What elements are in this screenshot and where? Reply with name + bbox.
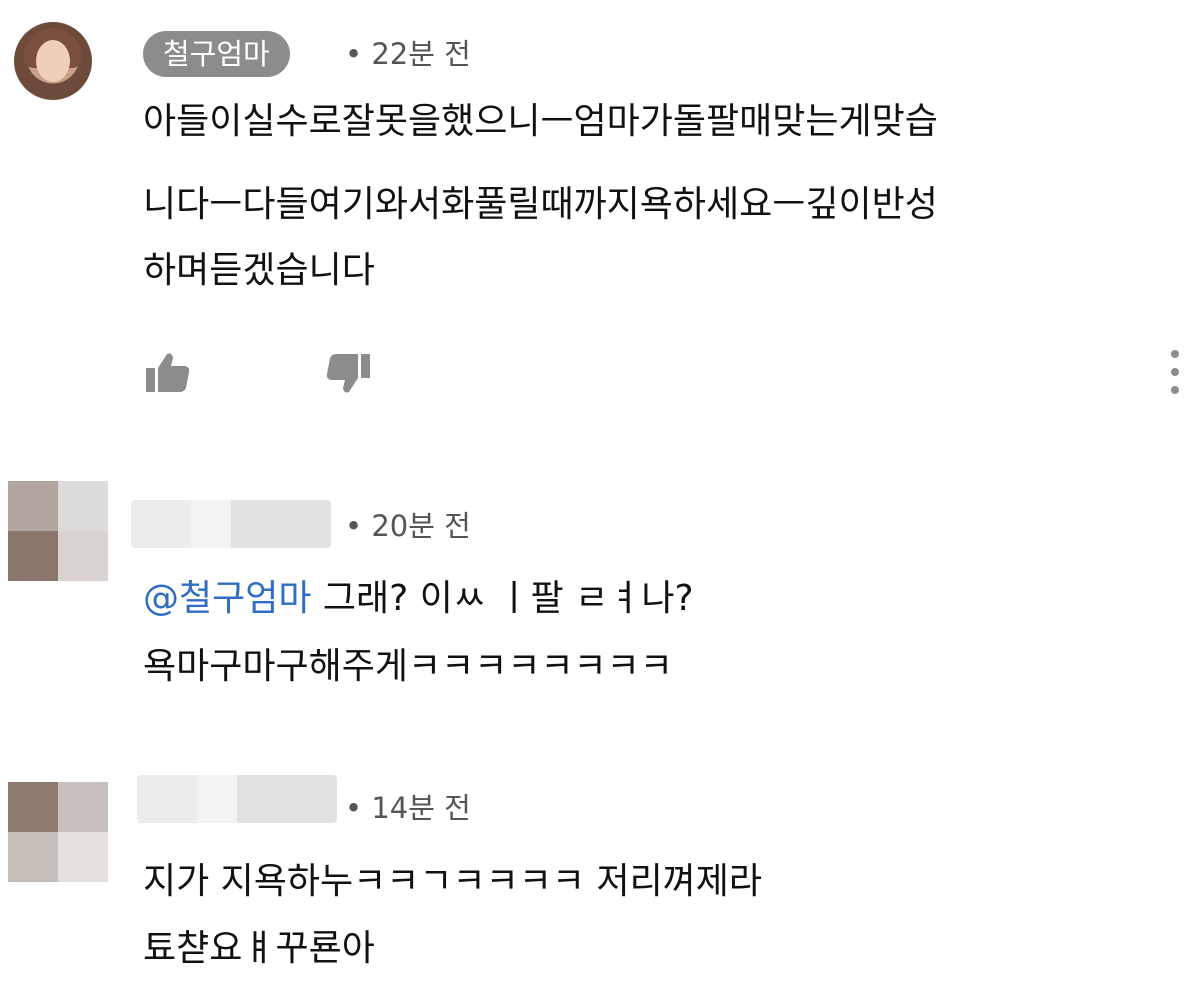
comment-text-line: 욕마구마구해주게ㅋㅋㅋㅋㅋㅋㅋㅋ [143, 646, 673, 687]
avatar[interactable] [14, 22, 92, 100]
dislike-button[interactable] [323, 348, 373, 398]
author-name-chip[interactable]: 철구엄마 [143, 31, 290, 77]
like-button[interactable] [143, 348, 193, 398]
comment-text: 그래? 이ㅆ ㅣ팔 ㄹㅕ나? [311, 578, 694, 619]
comment-text-line: 툐챧요ㅒ꾸룐아 [143, 928, 375, 969]
comment-text-line: @철구엄마 그래? 이ㅆ ㅣ팔 ㄹㅕ나? [143, 570, 694, 628]
comment-timestamp: • 20분 전 [345, 509, 471, 543]
thumbs-up-icon [146, 353, 190, 392]
comment-text-line: 니다ㅡ다들여기와서화풀릴때까지욕하세요ㅡ깊이반성 [143, 184, 938, 225]
author-name-redacted [137, 775, 337, 823]
comment-timestamp: • 14분 전 [345, 791, 471, 825]
more-options-icon[interactable] [1165, 348, 1185, 396]
comment-text-line: 아들이실수로잘못을했으니ㅡ엄마가돌팔매맞는게맞습 [143, 101, 938, 142]
avatar[interactable] [8, 782, 108, 882]
comment-text-line: 지가 지욕하누ㅋㅋㄱㅋㅋㅋㅋ 저리껴제라 [143, 861, 763, 902]
avatar[interactable] [8, 481, 108, 581]
author-name-redacted [131, 500, 331, 548]
comment-text-line: 하며듣겠습니다 [143, 250, 375, 291]
mention-link[interactable]: @철구엄마 [143, 578, 311, 619]
comment-timestamp: • 22분 전 [345, 37, 471, 71]
comment-1: 철구엄마 • 22분 전 아들이실수로잘못을했으니ㅡ엄마가돌팔매맞는게맞습 니다… [0, 0, 1200, 420]
thumbs-down-icon [326, 354, 370, 393]
